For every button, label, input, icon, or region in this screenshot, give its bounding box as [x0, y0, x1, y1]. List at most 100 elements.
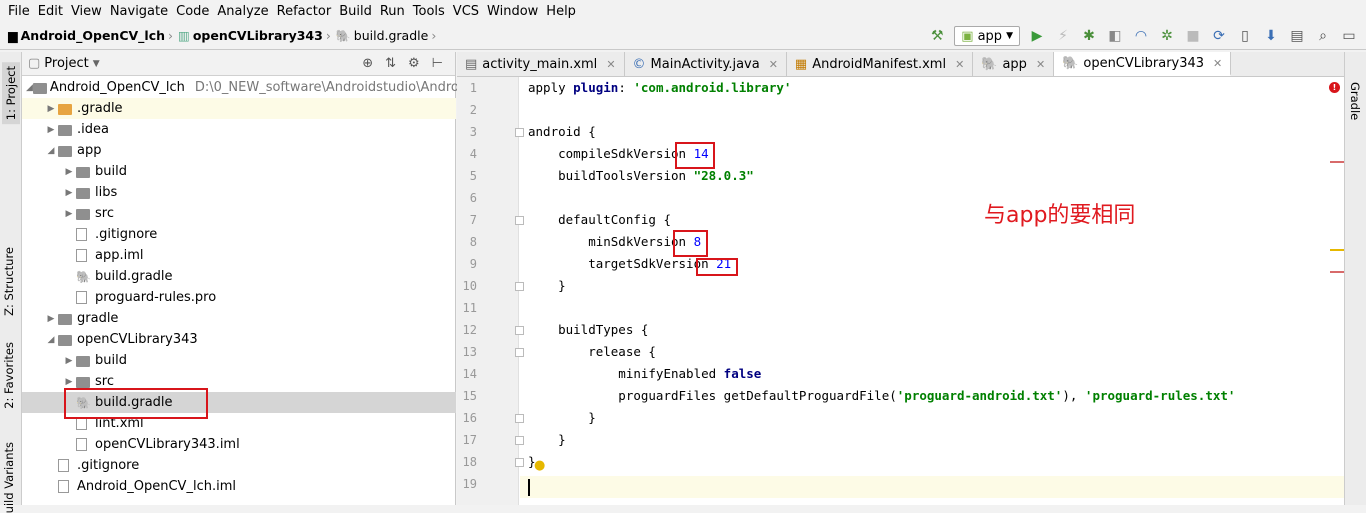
- editor-tab[interactable]: ▦ AndroidManifest.xml ✕: [787, 52, 974, 76]
- breadcrumb-module[interactable]: openCVLibrary343: [193, 28, 323, 43]
- fold-marker-icon[interactable]: [515, 326, 524, 335]
- breadcrumb-file[interactable]: build.gradle: [354, 28, 429, 43]
- assistant-icon[interactable]: ▭: [1340, 27, 1358, 45]
- tree-row[interactable]: proguard-rules.pro: [22, 287, 456, 308]
- expand-right-icon[interactable]: ▶: [62, 356, 76, 366]
- menu-item-code[interactable]: Code: [172, 4, 213, 19]
- menu-item-refactor[interactable]: Refactor: [273, 4, 336, 19]
- editor-tab[interactable]: 🐘 app ✕: [973, 52, 1055, 76]
- fold-marker-icon[interactable]: [515, 458, 524, 467]
- tree-row[interactable]: ◢ app: [22, 140, 456, 161]
- close-icon[interactable]: ✕: [606, 58, 615, 71]
- project-view-icon: ▢: [28, 56, 41, 71]
- menu-item-edit[interactable]: Edit: [34, 4, 67, 19]
- tab-gradle[interactable]: Gradle: [1348, 82, 1362, 120]
- expand-down-icon[interactable]: ◢: [26, 83, 33, 93]
- tab-project[interactable]: 1: Project: [2, 62, 20, 125]
- tree-row[interactable]: app.iml: [22, 245, 456, 266]
- target-icon[interactable]: ⊕: [362, 56, 373, 71]
- run-configuration-select[interactable]: ▣ app ▼: [954, 26, 1020, 46]
- tree-row[interactable]: ◢ openCVLibrary343: [22, 329, 456, 350]
- expand-down-icon[interactable]: ◢: [44, 146, 58, 156]
- stop-icon[interactable]: ■: [1184, 27, 1202, 45]
- breadcrumb-project[interactable]: Android_OpenCV_lch: [21, 28, 165, 43]
- fold-marker-icon[interactable]: [515, 348, 524, 357]
- coverage-icon[interactable]: ◧: [1106, 27, 1124, 45]
- tab-favorites[interactable]: 2: Favorites: [2, 342, 16, 409]
- expand-right-icon[interactable]: ▶: [44, 125, 58, 135]
- fold-marker-icon[interactable]: [515, 128, 524, 137]
- expand-right-icon[interactable]: ▶: [44, 314, 58, 324]
- avd-manager-icon[interactable]: ▯: [1236, 27, 1254, 45]
- line-number: 5: [469, 169, 477, 183]
- gear-icon[interactable]: ⚙: [408, 56, 420, 71]
- tree-row[interactable]: Android_OpenCV_lch.iml: [22, 476, 456, 497]
- tree-row-label: build.gradle: [95, 269, 173, 284]
- tree-row[interactable]: openCVLibrary343.iml: [22, 434, 456, 455]
- tree-row-label: src: [95, 206, 114, 221]
- editor-tab[interactable]: 🐘 openCVLibrary343 ✕: [1054, 52, 1232, 76]
- expand-right-icon[interactable]: ▶: [62, 377, 76, 387]
- search-icon[interactable]: ⌕: [1314, 27, 1332, 45]
- menu-item-window[interactable]: Window: [483, 4, 542, 19]
- menu-item-file[interactable]: File: [4, 4, 34, 19]
- project-view-select[interactable]: Project: [44, 56, 88, 71]
- tree-row[interactable]: ▶ .gradle: [22, 98, 456, 119]
- fold-marker-icon[interactable]: [515, 436, 524, 445]
- expand-right-icon[interactable]: ▶: [62, 167, 76, 177]
- expand-down-icon[interactable]: ◢: [44, 335, 58, 345]
- tree-row[interactable]: ◢ Android_OpenCV_lch D:\0_NEW_software\And…: [22, 77, 487, 98]
- tree-row[interactable]: ▶ .idea: [22, 119, 456, 140]
- menu-item-vcs[interactable]: VCS: [449, 4, 483, 19]
- editor-tab[interactable]: ▤ activity_main.xml ✕: [457, 52, 625, 76]
- tree-row[interactable]: .gitignore: [22, 224, 456, 245]
- tree-row[interactable]: ▶ build: [22, 350, 456, 371]
- menu-item-tools[interactable]: Tools: [409, 4, 449, 19]
- menu-item-navigate[interactable]: Navigate: [106, 4, 172, 19]
- sync-gradle-icon[interactable]: ⟳: [1210, 27, 1228, 45]
- tree-row[interactable]: ▶ build: [22, 161, 456, 182]
- close-icon[interactable]: ✕: [1213, 57, 1222, 70]
- expand-right-icon[interactable]: ▶: [62, 209, 76, 219]
- editor-tab[interactable]: © MainActivity.java ✕: [625, 52, 787, 76]
- debug-icon[interactable]: ✱: [1080, 27, 1098, 45]
- fold-marker-icon[interactable]: [515, 414, 524, 423]
- fold-marker-icon[interactable]: [515, 216, 524, 225]
- intention-bulb-icon[interactable]: ●: [534, 458, 545, 473]
- close-icon[interactable]: ✕: [1036, 58, 1045, 71]
- menu-item-analyze[interactable]: Analyze: [213, 4, 272, 19]
- chevron-down-icon[interactable]: ▼: [93, 59, 100, 69]
- sdk-manager-icon[interactable]: ⬇: [1262, 27, 1280, 45]
- folder-icon: [76, 165, 92, 179]
- close-icon[interactable]: ✕: [955, 58, 964, 71]
- tree-row[interactable]: ▶ gradle: [22, 308, 456, 329]
- menu-item-view[interactable]: View: [67, 4, 106, 19]
- expand-right-icon[interactable]: ▶: [62, 188, 76, 198]
- code-line: release {: [528, 341, 656, 363]
- line-number: 13: [462, 345, 477, 359]
- collapse-all-icon[interactable]: ⇅: [385, 56, 396, 71]
- tree-row-label: openCVLibrary343: [77, 332, 198, 347]
- menu-item-help[interactable]: Help: [542, 4, 580, 19]
- tree-row[interactable]: .gitignore: [22, 455, 456, 476]
- tab-build-variants[interactable]: uild Variants: [2, 442, 16, 513]
- hide-panel-icon[interactable]: ⊢: [432, 56, 443, 71]
- menu-item-run[interactable]: Run: [376, 4, 409, 19]
- highlight-box-target-sdk: [696, 258, 738, 276]
- apply-changes-icon[interactable]: ⚡: [1054, 27, 1072, 45]
- tab-structure[interactable]: Z: Structure: [2, 247, 16, 316]
- tree-row[interactable]: ▶ src: [22, 203, 456, 224]
- build-hammer-icon[interactable]: ⚒: [928, 27, 946, 45]
- close-icon[interactable]: ✕: [769, 58, 778, 71]
- tree-row[interactable]: 🐘 build.gradle: [22, 266, 456, 287]
- profile-icon[interactable]: ◠: [1132, 27, 1150, 45]
- attach-debugger-icon[interactable]: ✲: [1158, 27, 1176, 45]
- project-structure-icon[interactable]: ▤: [1288, 27, 1306, 45]
- code-token: }: [528, 278, 566, 293]
- fold-marker-icon[interactable]: [515, 282, 524, 291]
- tree-row[interactable]: ▶ libs: [22, 182, 456, 203]
- expand-right-icon[interactable]: ▶: [44, 104, 58, 114]
- run-icon[interactable]: ▶: [1028, 27, 1046, 45]
- menu-item-build[interactable]: Build: [335, 4, 376, 19]
- gradle-icon: 🐘: [335, 28, 351, 43]
